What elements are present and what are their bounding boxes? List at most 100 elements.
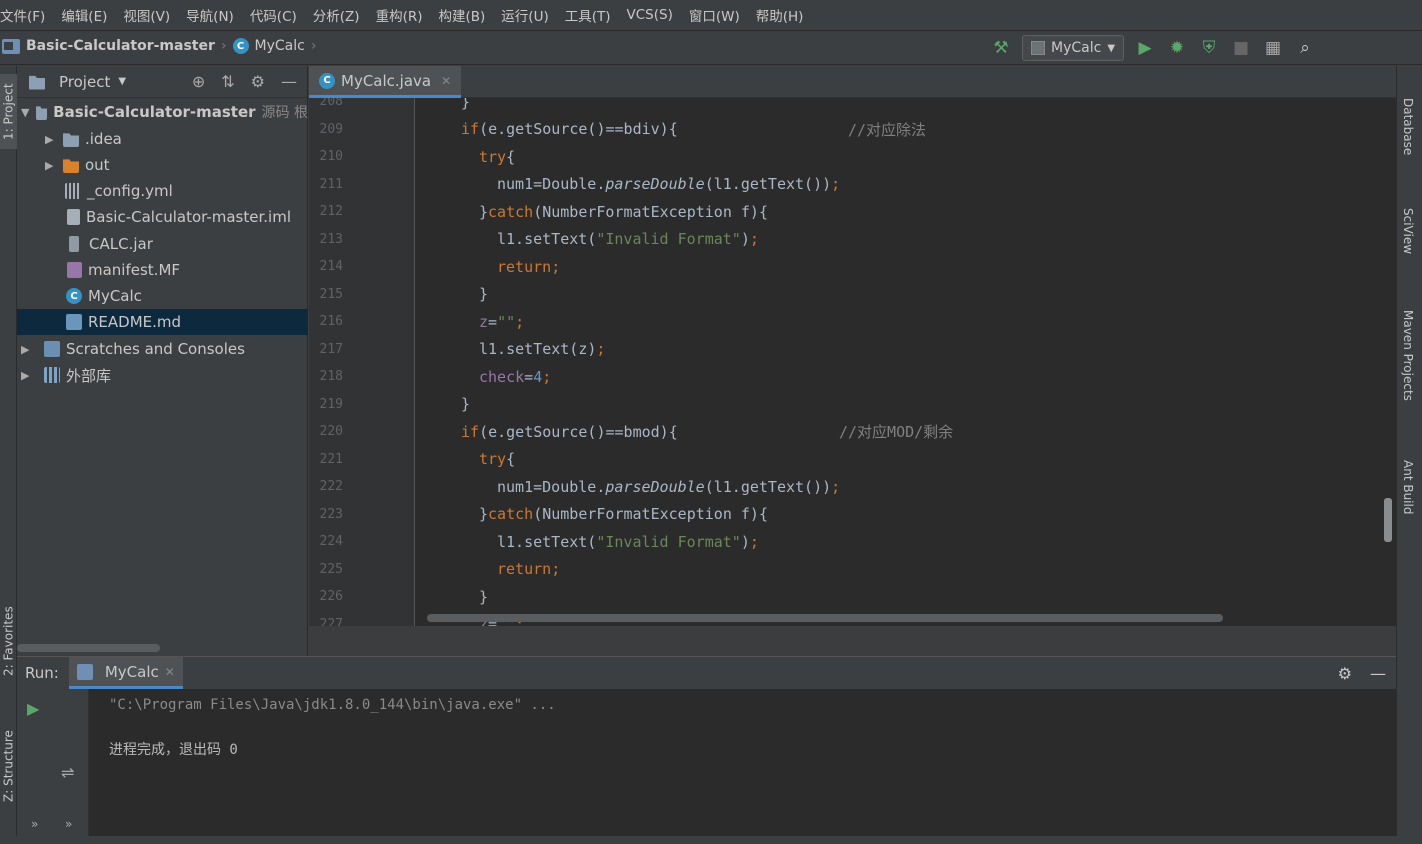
menu-bar: 文件(F) 编辑(E) 视图(V) 导航(N) 代码(C) 分析(Z) 重构(R) 构建(B)…: [0, 0, 1422, 31]
project-structure-icon[interactable]: ▦: [1262, 37, 1284, 59]
code-line[interactable]: 218 check=4;: [309, 363, 1396, 390]
menu-item[interactable]: 窗口(W): [681, 5, 748, 25]
code-line[interactable]: 221 try{: [309, 446, 1396, 473]
run-tool-window: Run: MyCalc ✕ ⚙ — ▶ ⇌ » » "C:\Program Fi…: [17, 656, 1396, 844]
main-toolbar: ⚒ MyCalc ▼ ▶ ✹ ⛨ ■ ▦ ⌕: [990, 34, 1316, 62]
code-editor[interactable]: 208} 209 if(e.getSource()==bdiv){//对应除法 210…: [309, 98, 1396, 626]
soft-wrap-icon[interactable]: ⇌: [61, 763, 74, 782]
code-line[interactable]: 208}: [309, 98, 1396, 115]
expand-arrow-icon[interactable]: ▼: [21, 106, 30, 119]
menu-item[interactable]: 文件(F): [0, 5, 53, 25]
tree-item-jar[interactable]: CALC.jar: [17, 231, 308, 257]
breadcrumb-file[interactable]: MyCalc: [255, 38, 305, 54]
more-actions-icon[interactable]: »: [31, 817, 38, 831]
tree-item-out[interactable]: ▶ out: [17, 152, 308, 178]
code-line[interactable]: 215}: [309, 281, 1396, 308]
project-panel-header: Project ▼ ⊕ ⇅ ⚙ —: [17, 66, 307, 98]
menu-item[interactable]: 视图(V): [115, 5, 178, 25]
tree-item-readme[interactable]: README.md: [17, 309, 308, 335]
tab-project[interactable]: 1: Project: [0, 74, 17, 149]
editor-horizontal-scrollbar[interactable]: [427, 614, 1223, 622]
code-line[interactable]: 209 if(e.getSource()==bdiv){//对应除法: [309, 116, 1396, 143]
tree-item-idea[interactable]: ▶ .idea: [17, 126, 308, 152]
hide-panel-icon[interactable]: —: [281, 72, 297, 91]
code-line[interactable]: 220 if(e.getSource()==bmod){//对应MOD/剩余: [309, 418, 1396, 445]
gear-icon[interactable]: ⚙: [1338, 664, 1352, 683]
run-icon[interactable]: ▶: [1134, 37, 1156, 59]
code-line[interactable]: 213 l1.setText("Invalid Format");: [309, 226, 1396, 253]
breadcrumb-project[interactable]: Basic-Calculator-master: [26, 38, 215, 54]
tree-item-external-libraries[interactable]: ▶ 外部库: [17, 362, 308, 388]
tab-database[interactable]: Database: [1401, 98, 1415, 155]
code-line[interactable]: 226}: [309, 583, 1396, 610]
menu-item[interactable]: 构建(B): [431, 5, 494, 25]
code-line[interactable]: 212}catch(NumberFormatException f){: [309, 198, 1396, 225]
console-output[interactable]: "C:\Program Files\Java\jdk1.8.0_144\bin\…: [109, 697, 556, 759]
tab-structure[interactable]: Z: Structure: [0, 721, 17, 811]
build-hammer-icon[interactable]: ⚒: [990, 37, 1012, 59]
close-icon[interactable]: ✕: [441, 74, 451, 88]
tree-item-scratches[interactable]: ▶ Scratches and Consoles: [17, 336, 308, 362]
tree-item-label: MyCalc: [88, 287, 142, 305]
expand-arrow-icon[interactable]: ▶: [45, 133, 57, 146]
code-line[interactable]: 214 return;: [309, 253, 1396, 280]
line-number: 216: [319, 314, 343, 329]
menu-item[interactable]: 编辑(E): [53, 5, 115, 25]
run-tab-mycalc[interactable]: MyCalc ✕: [68, 657, 183, 689]
folder-icon: [63, 159, 79, 173]
more-actions-icon[interactable]: »: [65, 817, 72, 831]
expand-arrow-icon[interactable]: ▶: [21, 369, 33, 382]
debug-icon[interactable]: ✹: [1166, 37, 1188, 59]
menu-item[interactable]: VCS(S): [619, 7, 681, 23]
code-line[interactable]: 210 try{: [309, 143, 1396, 170]
code-line[interactable]: 216 z="";: [309, 308, 1396, 335]
tree-item-manifest[interactable]: manifest.MF: [17, 257, 308, 283]
code-line[interactable]: 224 l1.setText("Invalid Format");: [309, 528, 1396, 555]
code-line[interactable]: 225 return;: [309, 556, 1396, 583]
expand-arrow-icon[interactable]: ▶: [45, 159, 57, 172]
tree-item-config[interactable]: _config.yml: [17, 178, 308, 204]
run-configuration-select[interactable]: MyCalc ▼: [1022, 35, 1125, 61]
tab-favorites[interactable]: 2: Favorites: [0, 596, 17, 686]
gear-icon[interactable]: ⚙: [251, 72, 265, 91]
search-icon[interactable]: ⌕: [1294, 37, 1316, 59]
tab-mycalc-java[interactable]: C MyCalc.java ✕: [309, 66, 462, 98]
chevron-down-icon[interactable]: ▼: [118, 76, 126, 87]
collapse-all-icon[interactable]: ⇅: [221, 72, 234, 91]
stop-icon[interactable]: ■: [1230, 37, 1252, 59]
line-number: 213: [319, 231, 343, 247]
menu-item[interactable]: 重构(R): [368, 5, 431, 25]
menu-item[interactable]: 帮助(H): [748, 5, 812, 25]
code-text: num1=Double.parseDouble(l1.getText());: [497, 477, 841, 496]
code-line[interactable]: 219}: [309, 391, 1396, 418]
tree-item-mycalc[interactable]: C MyCalc: [17, 283, 308, 309]
code-line[interactable]: 222 num1=Double.parseDouble(l1.getText())…: [309, 473, 1396, 500]
tab-ant-build[interactable]: Ant Build: [1401, 460, 1415, 514]
horizontal-scrollbar[interactable]: [17, 644, 160, 652]
tree-root[interactable]: ▼ Basic-Calculator-master 源码 根: [17, 99, 308, 125]
code-line[interactable]: 223}catch(NumberFormatException f){: [309, 501, 1396, 528]
tab-sciview[interactable]: SciView: [1401, 208, 1415, 254]
tab-maven-projects[interactable]: Maven Projects: [1401, 310, 1415, 401]
menu-item[interactable]: 运行(U): [493, 5, 556, 25]
tree-root-label: Basic-Calculator-master: [53, 103, 256, 121]
jar-file-icon: [69, 236, 79, 252]
editor-vertical-scrollbar[interactable]: [1384, 498, 1392, 542]
rerun-icon[interactable]: ▶: [27, 699, 39, 718]
tree-item-label: CALC.jar: [89, 235, 153, 253]
run-with-coverage-icon[interactable]: ⛨: [1198, 37, 1220, 59]
menu-item[interactable]: 导航(N): [178, 5, 242, 25]
code-line[interactable]: 217 l1.setText(z);: [309, 336, 1396, 363]
hide-panel-icon[interactable]: —: [1370, 664, 1386, 683]
project-view-select[interactable]: Project: [59, 73, 110, 91]
menu-item[interactable]: 代码(C): [242, 5, 305, 25]
menu-item[interactable]: 工具(T): [557, 5, 619, 25]
code-line[interactable]: 211 num1=Double.parseDouble(l1.getText())…: [309, 171, 1396, 198]
tree-item-iml[interactable]: Basic-Calculator-master.iml: [17, 204, 308, 230]
manifest-file-icon: [67, 262, 82, 278]
locate-file-icon[interactable]: ⊕: [192, 72, 205, 91]
folder-icon: [63, 133, 79, 147]
close-icon[interactable]: ✕: [165, 665, 175, 679]
expand-arrow-icon[interactable]: ▶: [21, 343, 33, 356]
menu-item[interactable]: 分析(Z): [305, 5, 368, 25]
